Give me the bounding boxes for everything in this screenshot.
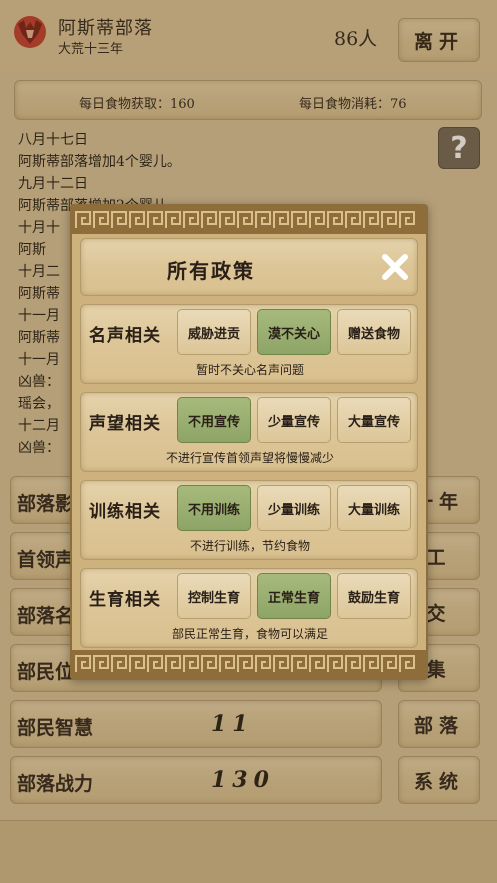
option-indifferent[interactable]: 漠不关心	[257, 309, 331, 355]
dialog-title-bar: 所有政策	[80, 238, 418, 296]
option-heavy-training[interactable]: 大量训练	[337, 485, 411, 531]
policy-description: 不进行训练，节约食物	[189, 539, 310, 553]
policy-description: 不进行宣传首领声望将慢慢减少	[165, 451, 334, 465]
option-heavy-propaganda[interactable]: 大量宣传	[337, 397, 411, 443]
policy-group-reputation: 名声相关 威胁进贡 漠不关心 赠送食物 暂时不关心名声问题	[80, 304, 418, 384]
policy-group-birth: 生育相关 控制生育 正常生育 鼓励生育 部民正常生育，食物可以满足	[80, 568, 418, 648]
option-threaten-tribute[interactable]: 威胁进贡	[177, 309, 251, 355]
fret-border-top	[72, 206, 426, 234]
policy-group-name: 训练相关	[89, 502, 161, 522]
policy-group-name: 生育相关	[89, 590, 161, 610]
close-icon[interactable]	[377, 249, 413, 285]
policy-group-prestige: 声望相关 不用宣传 少量宣传 大量宣传 不进行宣传首领声望将慢慢减少	[80, 392, 418, 472]
policy-group-name: 声望相关	[89, 414, 161, 434]
option-normal-birth[interactable]: 正常生育	[257, 573, 331, 619]
fret-border-bottom	[72, 650, 426, 678]
option-no-propaganda[interactable]: 不用宣传	[177, 397, 251, 443]
policy-description: 部民正常生育，食物可以满足	[171, 627, 328, 641]
option-some-training[interactable]: 少量训练	[257, 485, 331, 531]
option-no-training[interactable]: 不用训练	[177, 485, 251, 531]
policy-group-training: 训练相关 不用训练 少量训练 大量训练 不进行训练，节约食物	[80, 480, 418, 560]
dialog-title: 所有政策	[167, 259, 255, 283]
option-some-propaganda[interactable]: 少量宣传	[257, 397, 331, 443]
policy-group-name: 名声相关	[89, 326, 161, 346]
option-control-birth[interactable]: 控制生育	[177, 573, 251, 619]
policy-description: 暂时不关心名声问题	[195, 363, 304, 377]
option-encourage-birth[interactable]: 鼓励生育	[337, 573, 411, 619]
policy-dialog: 所有政策 名声相关 威胁进贡 漠不关心 赠送食物 暂时不关心名声问题 声望相关 …	[70, 204, 428, 680]
option-gift-food[interactable]: 赠送食物	[337, 309, 411, 355]
